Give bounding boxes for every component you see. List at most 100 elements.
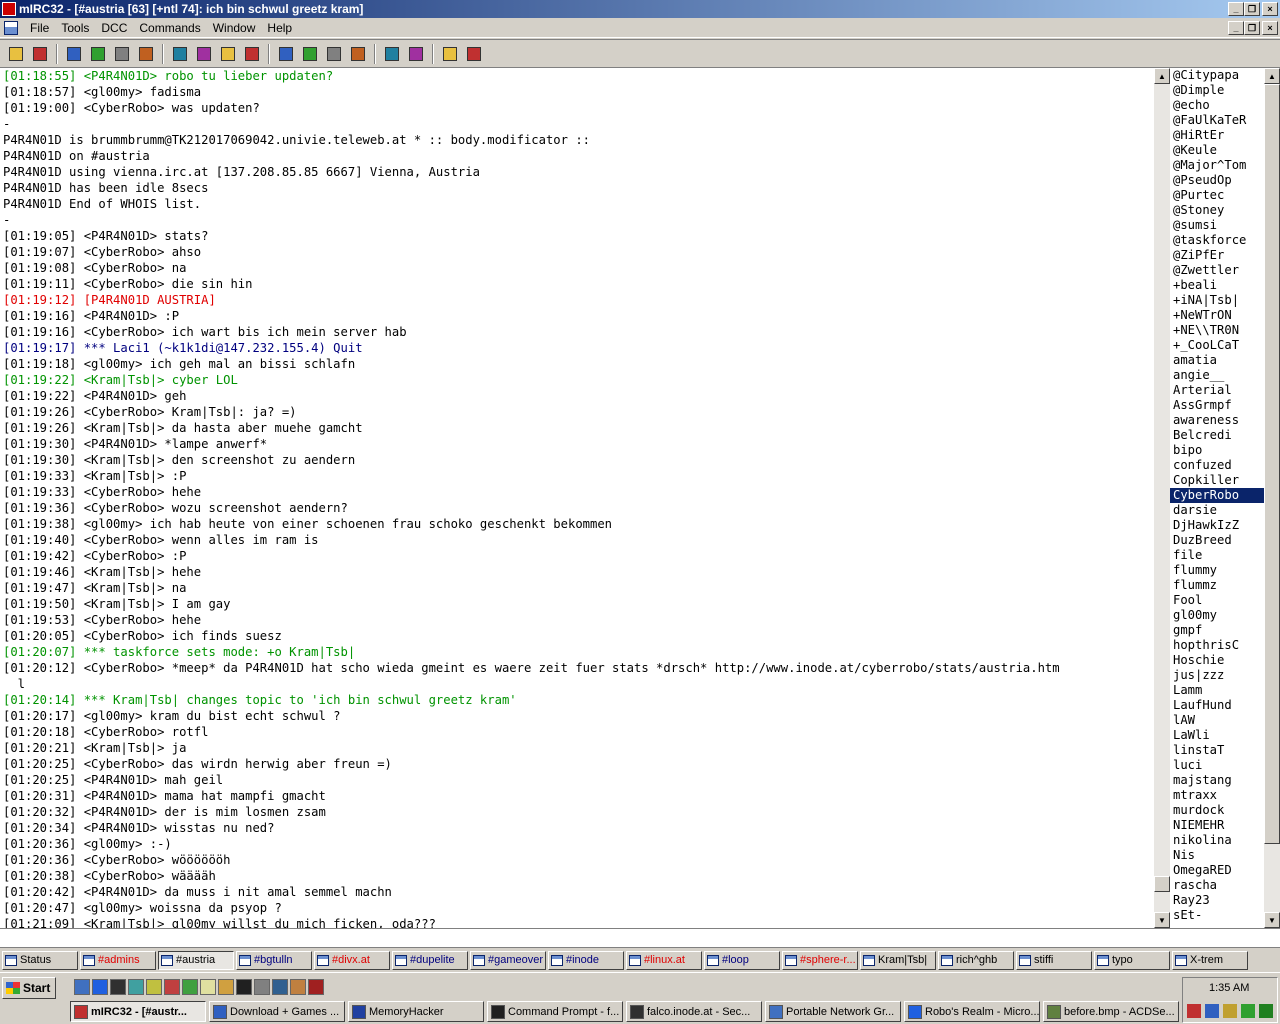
app-icon[interactable] bbox=[128, 979, 144, 995]
nick-item[interactable]: @HiRtEr bbox=[1170, 128, 1264, 143]
nick-list[interactable]: @Citypapa @Dimple @echo @FaUlKaTeR @HiRtEr @K… bbox=[1170, 68, 1264, 928]
nick-item[interactable]: luci bbox=[1170, 758, 1264, 773]
nick-item[interactable]: AssGrmpf bbox=[1170, 398, 1264, 413]
task-button[interactable]: Command Prompt - f... bbox=[487, 1001, 623, 1022]
child-minimize-button[interactable]: _ bbox=[1228, 21, 1244, 35]
cmd-icon[interactable] bbox=[110, 979, 126, 995]
switchbar-button[interactable]: #gameover bbox=[470, 950, 546, 970]
switchbar-button[interactable]: #inode bbox=[548, 950, 624, 970]
nick-item[interactable]: @Purtec bbox=[1170, 188, 1264, 203]
nick-item[interactable]: NIEMEHR bbox=[1170, 818, 1264, 833]
mirc-app-icon[interactable] bbox=[2, 2, 16, 16]
task-button[interactable]: mIRC32 - [#austr... bbox=[70, 1001, 206, 1022]
nick-item[interactable]: @Stoney bbox=[1170, 203, 1264, 218]
connect-icon[interactable] bbox=[6, 44, 26, 64]
ie-icon[interactable] bbox=[92, 979, 108, 995]
monitor-icon[interactable] bbox=[272, 979, 288, 995]
nick-item[interactable]: @ZiPfEr bbox=[1170, 248, 1264, 263]
nick-item[interactable]: Fool bbox=[1170, 593, 1264, 608]
switchbar-button[interactable]: stiffi bbox=[1016, 950, 1092, 970]
nick-item[interactable]: hopthrisC bbox=[1170, 638, 1264, 653]
nick-item[interactable]: bipo bbox=[1170, 443, 1264, 458]
nick-item[interactable]: darsie bbox=[1170, 503, 1264, 518]
notepad-icon[interactable] bbox=[200, 979, 216, 995]
scroll-up-arrow-icon[interactable]: ▲ bbox=[1154, 68, 1170, 84]
urls-icon[interactable] bbox=[324, 44, 344, 64]
switchbar-button[interactable]: #austria bbox=[158, 950, 234, 970]
nick-item[interactable]: gl00my bbox=[1170, 608, 1264, 623]
nick-item[interactable]: +_CooLCaT bbox=[1170, 338, 1264, 353]
tile-icon[interactable] bbox=[382, 44, 402, 64]
nick-scroll-down-arrow-icon[interactable]: ▼ bbox=[1264, 912, 1280, 928]
nick-item[interactable]: awareness bbox=[1170, 413, 1264, 428]
nick-item[interactable]: +NE\\TR0N bbox=[1170, 323, 1264, 338]
nick-item[interactable]: nikolina bbox=[1170, 833, 1264, 848]
notify-icon[interactable] bbox=[300, 44, 320, 64]
nick-item[interactable]: +NeWTrON bbox=[1170, 308, 1264, 323]
switchbar-button[interactable]: Status bbox=[2, 950, 78, 970]
nick-item[interactable]: +beali bbox=[1170, 278, 1264, 293]
timer-icon[interactable] bbox=[218, 44, 238, 64]
received-files-icon[interactable] bbox=[170, 44, 190, 64]
nick-item[interactable]: file bbox=[1170, 548, 1264, 563]
nick-item[interactable]: +iNA|Tsb| bbox=[1170, 293, 1264, 308]
nick-scroll-up-arrow-icon[interactable]: ▲ bbox=[1264, 68, 1280, 84]
menu-commands[interactable]: Commands bbox=[133, 21, 206, 35]
nick-item[interactable]: @Citypapa bbox=[1170, 68, 1264, 83]
colors-icon[interactable] bbox=[242, 44, 262, 64]
nick-item[interactable]: majstang bbox=[1170, 773, 1264, 788]
ac-icon[interactable] bbox=[308, 979, 324, 995]
tray-shield-icon[interactable] bbox=[1259, 1004, 1273, 1018]
nicklist-scrollbar[interactable]: ▲ ▼ bbox=[1264, 68, 1280, 928]
tray-volume-icon[interactable] bbox=[1223, 1004, 1237, 1018]
child-restore-button[interactable]: ❐ bbox=[1244, 21, 1260, 35]
nick-item[interactable]: @taskforce bbox=[1170, 233, 1264, 248]
nick-item[interactable]: DjHawkIzZ bbox=[1170, 518, 1264, 533]
nick-item[interactable]: @echo bbox=[1170, 98, 1264, 113]
options-icon[interactable] bbox=[30, 44, 50, 64]
chat-window[interactable]: [01:18:55] <P4R4N01D> robo tu lieber upd… bbox=[0, 68, 1154, 928]
menu-window[interactable]: Window bbox=[207, 21, 262, 35]
switchbar-button[interactable]: #bgtulln bbox=[236, 950, 312, 970]
nick-item[interactable]: flummz bbox=[1170, 578, 1264, 593]
nick-item[interactable]: murdock bbox=[1170, 803, 1264, 818]
menu-file[interactable]: File bbox=[24, 21, 55, 35]
nick-item[interactable]: DuzBreed bbox=[1170, 533, 1264, 548]
paint-icon[interactable] bbox=[164, 979, 180, 995]
nick-item[interactable]: Ray23 bbox=[1170, 893, 1264, 908]
tray-app-icon[interactable] bbox=[1187, 1004, 1201, 1018]
pencil-icon[interactable] bbox=[218, 979, 234, 995]
menu-help[interactable]: Help bbox=[261, 21, 298, 35]
nick-item[interactable]: mtraxx bbox=[1170, 788, 1264, 803]
tile-vertical-icon[interactable] bbox=[406, 44, 426, 64]
nick-item[interactable]: Belcredi bbox=[1170, 428, 1264, 443]
nick-item[interactable]: angie__ bbox=[1170, 368, 1264, 383]
search-icon[interactable] bbox=[146, 979, 162, 995]
nick-item[interactable]: @Dimple bbox=[1170, 83, 1264, 98]
nick-item[interactable]: @Major^Tom bbox=[1170, 158, 1264, 173]
menu-tools[interactable]: Tools bbox=[55, 21, 95, 35]
flower-icon[interactable] bbox=[182, 979, 198, 995]
menu-dcc[interactable]: DCC bbox=[95, 21, 133, 35]
nick-item[interactable]: amatia bbox=[1170, 353, 1264, 368]
nick-item[interactable]: Nis bbox=[1170, 848, 1264, 863]
switchbar-button[interactable]: #loop bbox=[704, 950, 780, 970]
nick-item[interactable]: jus|zzz bbox=[1170, 668, 1264, 683]
terminal-icon[interactable] bbox=[236, 979, 252, 995]
chat-icon[interactable] bbox=[136, 44, 156, 64]
chat-scrollbar[interactable]: ▲ ▼ bbox=[1154, 68, 1170, 928]
nick-item[interactable]: gmpf bbox=[1170, 623, 1264, 638]
task-button[interactable]: Download + Games ... bbox=[209, 1001, 345, 1022]
nick-item[interactable]: confuzed bbox=[1170, 458, 1264, 473]
nick-item[interactable]: @sumsi bbox=[1170, 218, 1264, 233]
nick-item[interactable]: @Zwettler bbox=[1170, 263, 1264, 278]
task-button[interactable]: falco.inode.at - Sec... bbox=[626, 1001, 762, 1022]
nick-item[interactable]: @PseudOp bbox=[1170, 173, 1264, 188]
nick-item[interactable]: rascha bbox=[1170, 878, 1264, 893]
nick-item[interactable]: @FaUlKaTeR bbox=[1170, 113, 1264, 128]
nick-scroll-thumb[interactable] bbox=[1264, 84, 1280, 844]
nick-item[interactable]: linstaT bbox=[1170, 743, 1264, 758]
remote-icon[interactable] bbox=[88, 44, 108, 64]
nick-item[interactable]: Hoschie bbox=[1170, 653, 1264, 668]
list-channels-icon[interactable] bbox=[112, 44, 132, 64]
